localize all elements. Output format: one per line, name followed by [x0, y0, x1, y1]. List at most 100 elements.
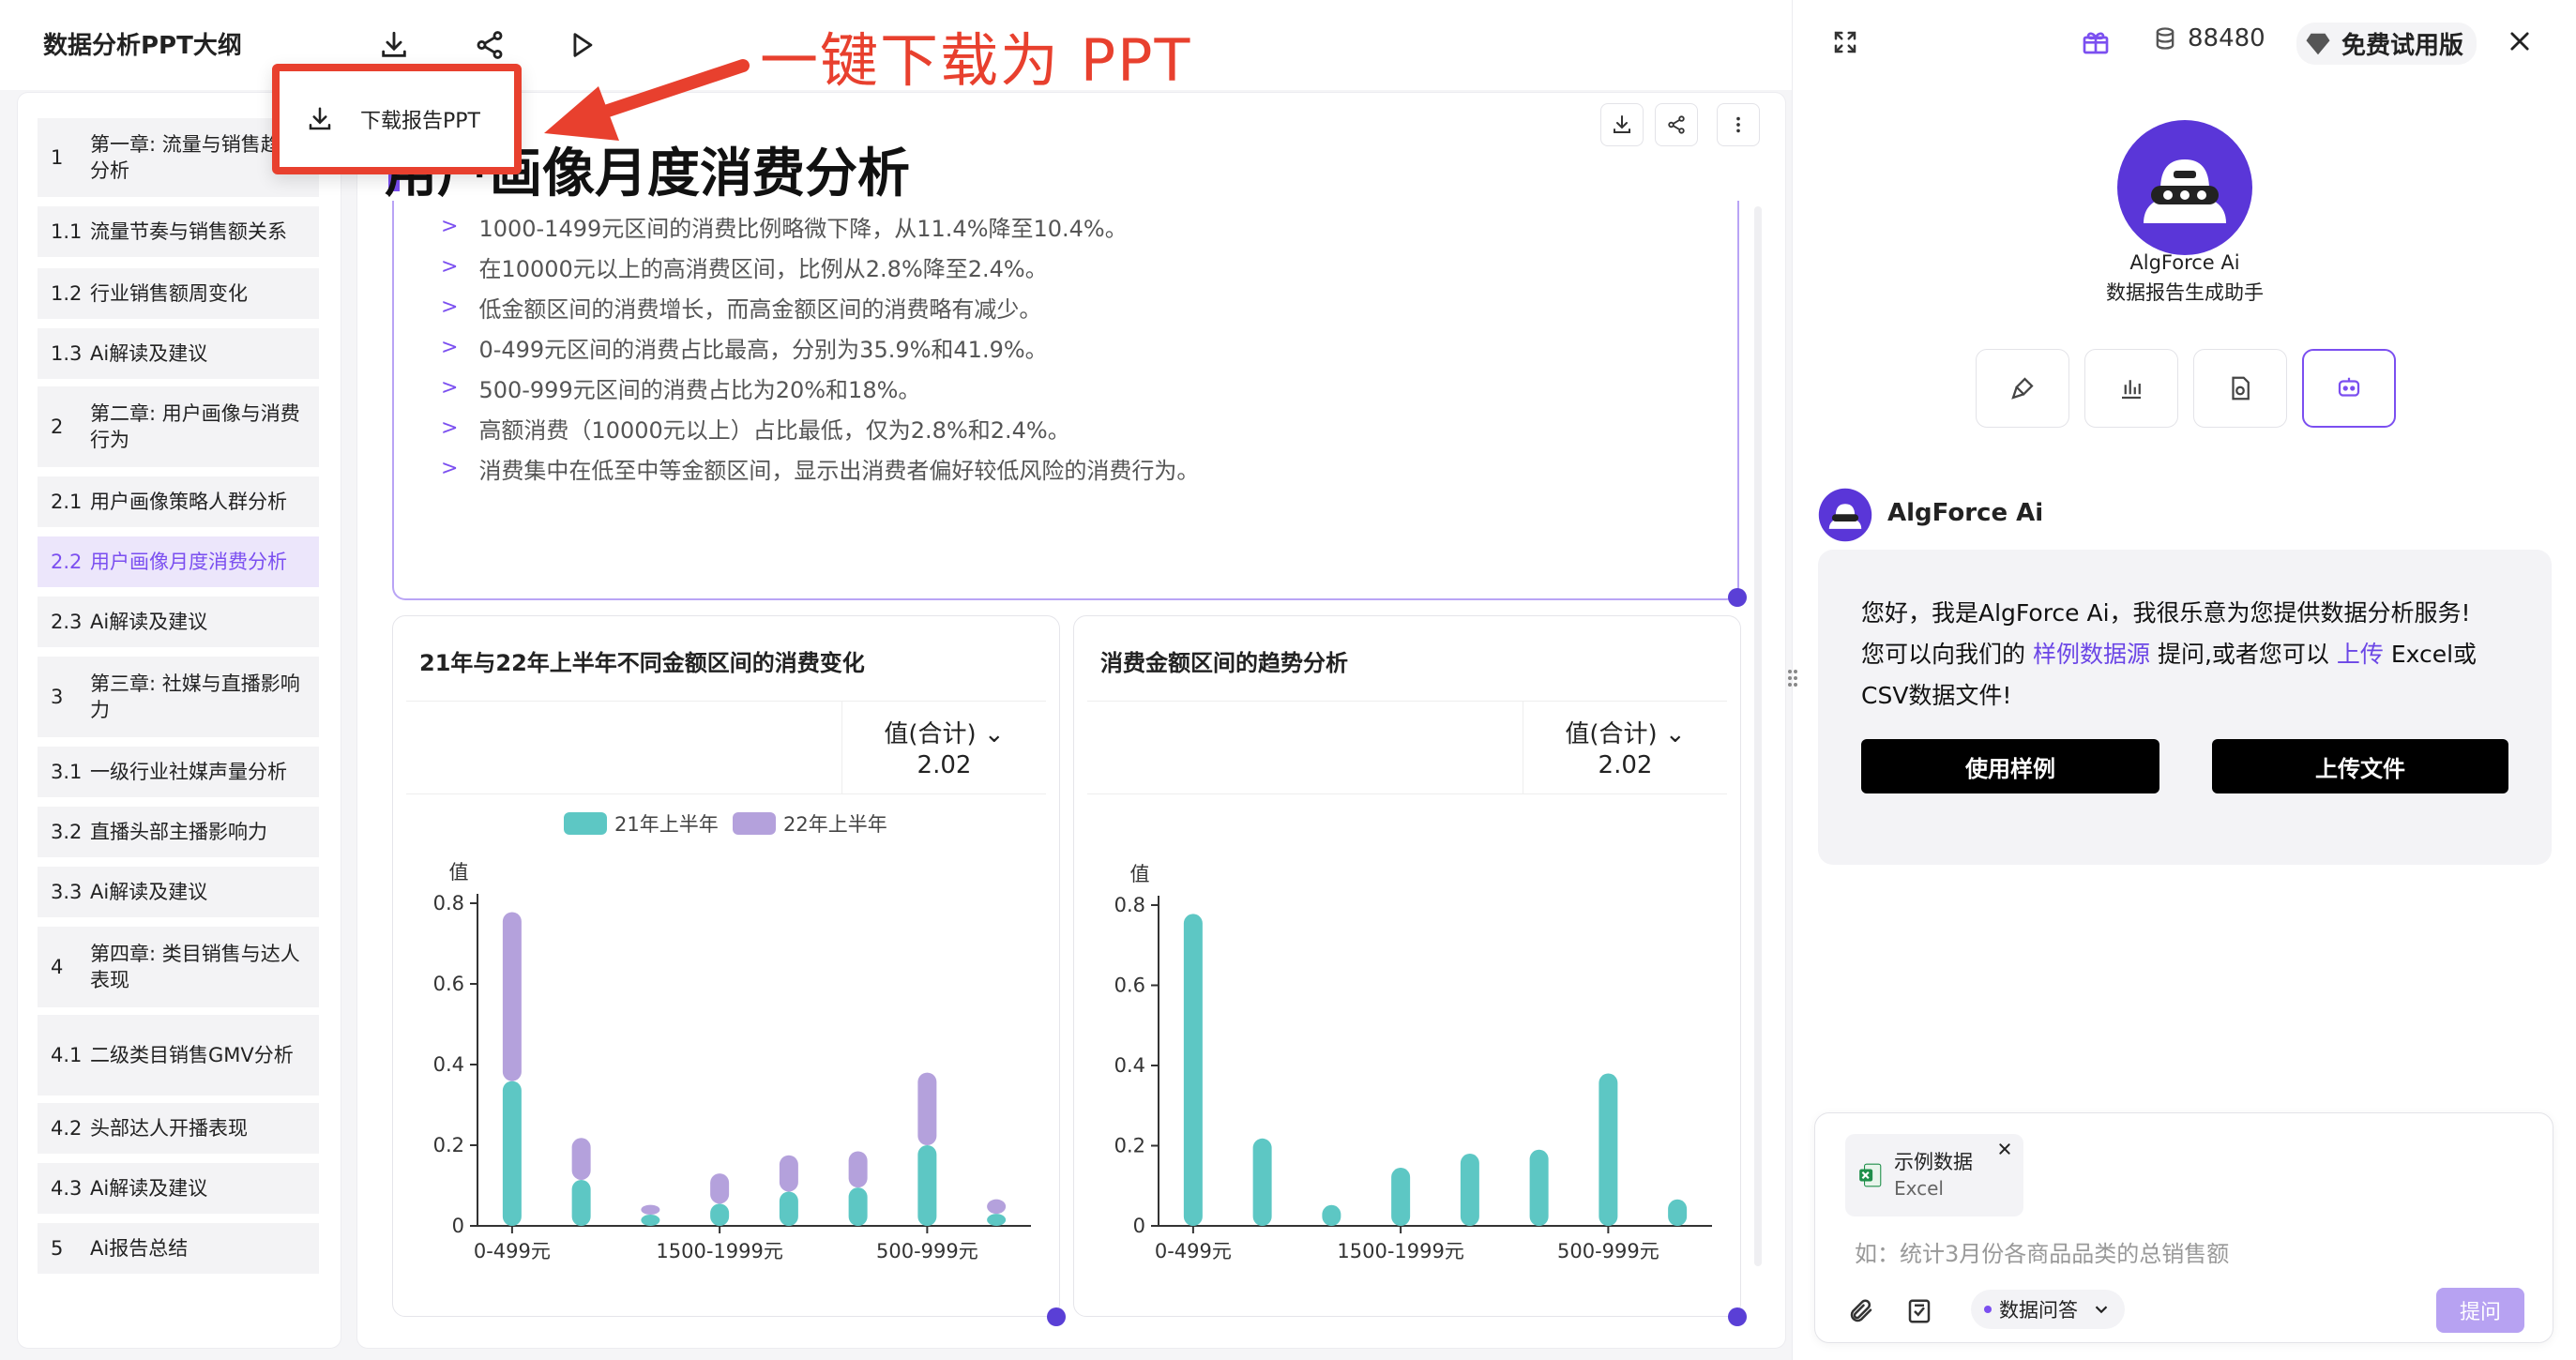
points-balance[interactable]: 88480	[2152, 24, 2265, 53]
question-input[interactable]: 如：统计3月份各商品品类的总销售额	[1855, 1235, 2229, 1268]
panel-drag-handle[interactable]	[1786, 666, 1799, 690]
x-tick-label: 500-999元	[876, 1240, 978, 1262]
outline-item[interactable]: 4.3 Ai解读及建议	[38, 1163, 319, 1214]
outline-item[interactable]: 2 第二章: 用户画像与消费行为	[38, 386, 319, 467]
outline-item-number: 2.1	[51, 491, 83, 513]
outline-item-number: 5	[51, 1237, 64, 1260]
use-sample-button[interactable]: 使用样例	[1861, 739, 2159, 793]
kpi-cell[interactable]: 值(合计) ⌄ 2.02	[1523, 702, 1727, 793]
outline-item-label: 第二章: 用户画像与消费行为	[90, 402, 300, 451]
mode-chart-button[interactable]	[2084, 349, 2178, 428]
outline-item[interactable]: 1.2 行业销售额周变化	[38, 268, 319, 319]
message-line: 您好，我是AlgForce Ai，我很乐意为您提供数据分析服务!	[1861, 599, 2471, 627]
kpi-row: 值(合计) ⌄ 2.02	[406, 701, 1046, 794]
brush-icon	[2011, 377, 2034, 400]
outline-item-label: Ai报告总结	[90, 1237, 189, 1260]
legend-item[interactable]: 22年上半年	[733, 809, 887, 838]
points-value: 88480	[2188, 24, 2265, 53]
report-icon	[2232, 376, 2250, 400]
y-axis-label: 值	[449, 861, 469, 884]
more-options-icon[interactable]	[1717, 103, 1760, 146]
legend-swatch	[733, 812, 776, 835]
outline-item-label: 一级行业社媒声量分析	[90, 761, 287, 783]
outline-item[interactable]: 1.1 流量节奏与销售额关系	[38, 206, 319, 257]
legend-item[interactable]: 21年上半年	[564, 809, 719, 838]
outline-item[interactable]: 3.2 直播头部主播影响力	[38, 807, 319, 857]
outline-item-number: 4.3	[51, 1177, 83, 1200]
bar-chart-2: 值 0 0.2 0.4 0.6 0.8 0-499元 1500-1999元 500-999元	[1114, 863, 1712, 1262]
resize-handle[interactable]	[1728, 588, 1747, 607]
remove-file-icon[interactable]	[1997, 1141, 2012, 1156]
outline-item-number: 4.2	[51, 1117, 83, 1140]
y-tick-label: 0.4	[1114, 1054, 1145, 1077]
gift-icon[interactable]	[2081, 26, 2111, 56]
attached-file-chip[interactable]: 示例数据 Excel	[1845, 1134, 2023, 1216]
bar	[987, 1199, 1007, 1215]
outline-item[interactable]: 3 第三章: 社媒与直播影响力	[38, 657, 319, 737]
resize-handle[interactable]	[1728, 1307, 1747, 1326]
outline-item[interactable]: 3.1 一级行业社媒声量分析	[38, 747, 319, 797]
outline-item-label: 行业销售额周变化	[90, 282, 248, 305]
download-ppt-label: 下载报告PPT	[360, 110, 480, 133]
expand-icon[interactable]	[1831, 28, 1859, 56]
sample-source-link[interactable]: 样例数据源	[2033, 641, 2150, 668]
outline-item-number: 2	[51, 416, 64, 438]
y-tick-label: 0	[452, 1215, 464, 1237]
outline-item-label: 流量节奏与销售额关系	[90, 220, 287, 243]
outline-item-number: 1	[51, 146, 64, 169]
share-icon[interactable]	[467, 23, 512, 68]
outline-item-number: 3.1	[51, 761, 83, 783]
bar	[1529, 1149, 1549, 1226]
share-icon[interactable]	[1655, 103, 1698, 146]
mode-brush-button[interactable]	[1976, 349, 2069, 428]
mode-chat-button[interactable]	[2302, 349, 2396, 428]
close-icon[interactable]	[2507, 28, 2533, 54]
resize-handle[interactable]	[1047, 1307, 1066, 1326]
bar	[1391, 1168, 1411, 1226]
upload-link[interactable]: 上传	[2337, 641, 2384, 668]
outline-item[interactable]: 5 Ai报告总结	[38, 1223, 319, 1274]
brand-name: AlgForce Ai	[2129, 251, 2240, 274]
coins-icon	[2156, 27, 2174, 50]
chart-card-1: 21年与22年上半年不同金额区间的消费变化 值(合计) ⌄ 2.02 21年上半…	[392, 615, 1060, 1317]
outline-item[interactable]: 2.1 用户画像策略人群分析	[38, 476, 319, 527]
bar-chart-1: 值 0 0.2 0.4 0.6 0.8 0-499元 1500-1999元 500-999元	[433, 861, 1031, 1262]
outline-item[interactable]: 4.1 二级类目销售GMV分析	[38, 1015, 319, 1096]
outline-item[interactable]: 2.2 用户画像月度消费分析	[38, 536, 319, 587]
outline-item[interactable]: 2.3 Ai解读及建议	[38, 597, 319, 647]
bar	[917, 1145, 937, 1226]
bar	[987, 1214, 1007, 1226]
ask-button[interactable]: 提问	[2436, 1288, 2524, 1333]
x-tick-label: 1500-1999元	[1337, 1240, 1463, 1262]
download-icon[interactable]	[1600, 103, 1644, 146]
outline-item[interactable]: 1.3 Ai解读及建议	[38, 328, 319, 379]
outline-item-number: 4.1	[51, 1044, 83, 1066]
outline-item[interactable]: 3.3 Ai解读及建议	[38, 867, 319, 917]
attachment-icon[interactable]	[1847, 1297, 1875, 1325]
outline-item-label: 用户画像策略人群分析	[90, 491, 287, 513]
upload-file-button[interactable]: 上传文件	[2212, 739, 2508, 793]
y-tick-label: 0.8	[1114, 894, 1145, 916]
outline-item[interactable]: 4.2 头部达人开播表现	[38, 1103, 319, 1154]
kpi-label: 值(合计) ⌄	[884, 720, 1005, 748]
download-ppt-menu-item[interactable]: 下载报告PPT	[272, 64, 522, 174]
bot-avatar	[1818, 488, 1872, 542]
bar	[1460, 1154, 1479, 1226]
bar	[1183, 914, 1203, 1226]
plan-badge[interactable]: 免费试用版	[2296, 23, 2478, 65]
kpi-cell[interactable]: 值(合计) ⌄ 2.02	[841, 702, 1046, 793]
y-tick-label: 0.2	[433, 1134, 464, 1156]
chat-input-box: 示例数据 Excel 如：统计3月份各商品品类的总销售额 数据问答 提问	[1814, 1112, 2553, 1343]
y-tick-label: 0.4	[433, 1053, 464, 1076]
x-tick-label: 0-499元	[1155, 1240, 1232, 1262]
outline-item[interactable]: 4 第四章: 类目销售与达人表现	[38, 927, 319, 1007]
chart-card-2: 消费金额区间的趋势分析 值(合计) ⌄ 2.02 值 0 0.2 0.4 0.6 0.8 0…	[1073, 615, 1741, 1317]
file-type: Excel	[1894, 1177, 1944, 1200]
mode-report-button[interactable]	[2193, 349, 2287, 428]
mode-select[interactable]: 数据问答	[1971, 1290, 2125, 1329]
bar	[917, 1072, 937, 1145]
file-name: 示例数据	[1894, 1151, 1973, 1173]
vertical-scrollbar[interactable]	[1754, 206, 1762, 1266]
checklist-icon[interactable]	[1905, 1297, 1933, 1325]
download-icon[interactable]	[371, 23, 417, 68]
